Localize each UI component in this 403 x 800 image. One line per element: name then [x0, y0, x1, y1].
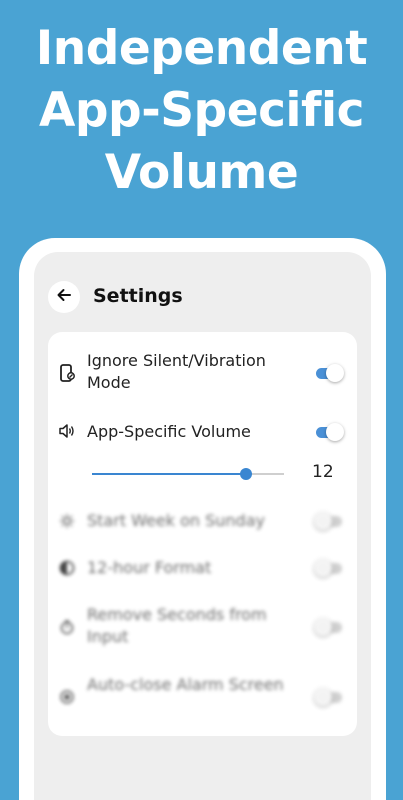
slider-thumb[interactable] [239, 468, 252, 480]
promo-headline: Independent App-Specific Volume [0, 18, 403, 204]
timer-icon [58, 618, 76, 636]
setting-label: Auto-close Alarm Screen [87, 675, 284, 694]
setting-label: Ignore Silent/Vibration Mode [87, 351, 266, 392]
page-title: Settings [93, 285, 183, 307]
arrow-left-icon [55, 286, 73, 308]
setting-label: Start Week on Sunday [87, 511, 265, 530]
promo-line-1: Independent [35, 21, 368, 76]
setting-label: Remove Seconds from Input [87, 605, 267, 646]
volume-value: 12 [312, 462, 334, 482]
ignore-silent-toggle[interactable] [314, 364, 344, 382]
setting-row-app-volume[interactable]: App-Specific Volume [48, 420, 357, 444]
half-circle-icon [58, 559, 76, 577]
app-bar: Settings [34, 252, 371, 342]
12hour-toggle[interactable] [314, 559, 344, 577]
settings-screen: Settings Ignore Silent/Vibration Mode Ap… [34, 252, 371, 800]
radio-dot-icon [58, 688, 76, 706]
auto-close-toggle[interactable] [314, 688, 344, 706]
setting-row-ignore-silent[interactable]: Ignore Silent/Vibration Mode [48, 350, 357, 396]
volume-slider[interactable] [92, 467, 284, 481]
setting-label: App-Specific Volume [87, 422, 251, 441]
week-sunday-toggle[interactable] [314, 512, 344, 530]
phone-frame: Settings Ignore Silent/Vibration Mode Ap… [19, 238, 386, 800]
app-volume-toggle[interactable] [314, 423, 344, 441]
sun-icon [58, 512, 76, 530]
setting-row-auto-close[interactable]: Auto-close Alarm Screen [48, 674, 357, 720]
phone-silent-icon [58, 364, 76, 382]
setting-label: 12-hour Format [87, 558, 212, 577]
setting-row-week-sunday[interactable]: Start Week on Sunday [48, 509, 357, 533]
promo-line-2: App-Specific [39, 83, 364, 138]
back-button[interactable] [48, 281, 80, 313]
remove-seconds-toggle[interactable] [314, 618, 344, 636]
speaker-icon [58, 422, 76, 440]
promo-line-3: Volume [104, 145, 299, 200]
slider-fill [92, 473, 246, 475]
setting-row-12hour[interactable]: 12-hour Format [48, 556, 357, 580]
setting-row-remove-seconds[interactable]: Remove Seconds from Input [48, 604, 357, 650]
settings-card: Ignore Silent/Vibration Mode App-Specifi… [48, 332, 357, 736]
